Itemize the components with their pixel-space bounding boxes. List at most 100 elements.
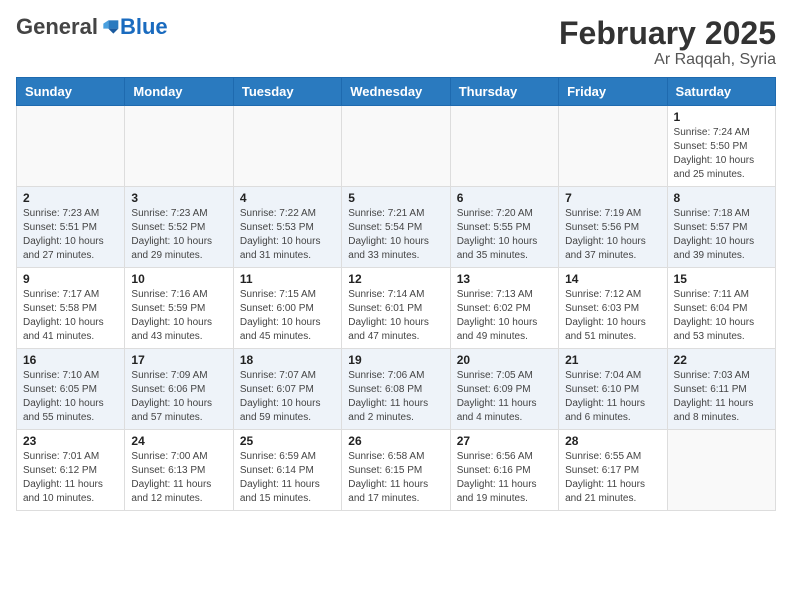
calendar-cell bbox=[667, 430, 775, 511]
day-number: 23 bbox=[23, 434, 118, 448]
day-number: 25 bbox=[240, 434, 335, 448]
calendar-week-row: 1Sunrise: 7:24 AM Sunset: 5:50 PM Daylig… bbox=[17, 106, 776, 187]
day-info: Sunrise: 7:19 AM Sunset: 5:56 PM Dayligh… bbox=[565, 207, 660, 263]
calendar-title: February 2025 bbox=[559, 16, 776, 51]
calendar-cell: 2 Sunrise: 7:23 AM Sunset: 5:51 PM Daylig… bbox=[17, 187, 125, 268]
day-number: 24 bbox=[131, 434, 226, 448]
day-of-week-header: Monday bbox=[125, 78, 233, 106]
day-info: Sunrise: 7:15 AM Sunset: 6:00 PM Dayligh… bbox=[240, 288, 335, 344]
day-number: 28 bbox=[565, 434, 660, 448]
logo-general-text: General bbox=[16, 16, 98, 38]
calendar-cell: 25 Sunrise: 6:59 AM Sunset: 6:14 PM Dayli… bbox=[233, 430, 341, 511]
calendar-week-row: 9 Sunrise: 7:17 AM Sunset: 5:58 PM Daylig… bbox=[17, 268, 776, 349]
page-header: General Blue February 2025 Ar Raqqah, Sy… bbox=[16, 16, 776, 69]
calendar-cell bbox=[17, 106, 125, 187]
day-number: 2 bbox=[23, 191, 118, 205]
day-info: Sunrise: 7:01 AM Sunset: 6:12 PM Dayligh… bbox=[23, 450, 118, 506]
day-info: Sunrise: 7:22 AM Sunset: 5:53 PM Dayligh… bbox=[240, 207, 335, 263]
day-number: 16 bbox=[23, 353, 118, 367]
calendar-cell: 1Sunrise: 7:24 AM Sunset: 5:50 PM Daylig… bbox=[667, 106, 775, 187]
day-info: Sunrise: 7:06 AM Sunset: 6:08 PM Dayligh… bbox=[348, 369, 443, 425]
day-info: Sunrise: 6:59 AM Sunset: 6:14 PM Dayligh… bbox=[240, 450, 335, 506]
day-info: Sunrise: 7:23 AM Sunset: 5:51 PM Dayligh… bbox=[23, 207, 118, 263]
day-info: Sunrise: 7:17 AM Sunset: 5:58 PM Dayligh… bbox=[23, 288, 118, 344]
calendar-cell: 21 Sunrise: 7:04 AM Sunset: 6:10 PM Dayli… bbox=[559, 349, 667, 430]
day-info: Sunrise: 7:23 AM Sunset: 5:52 PM Dayligh… bbox=[131, 207, 226, 263]
day-number: 5 bbox=[348, 191, 443, 205]
day-number: 14 bbox=[565, 272, 660, 286]
day-info: Sunrise: 7:20 AM Sunset: 5:55 PM Dayligh… bbox=[457, 207, 552, 263]
logo: General Blue bbox=[16, 16, 168, 38]
day-number: 11 bbox=[240, 272, 335, 286]
calendar-cell: 12Sunrise: 7:14 AM Sunset: 6:01 PM Dayli… bbox=[342, 268, 450, 349]
calendar-cell: 7 Sunrise: 7:19 AM Sunset: 5:56 PM Daylig… bbox=[559, 187, 667, 268]
day-number: 6 bbox=[457, 191, 552, 205]
calendar-cell: 27 Sunrise: 6:56 AM Sunset: 6:16 PM Dayli… bbox=[450, 430, 558, 511]
day-number: 15 bbox=[674, 272, 769, 286]
day-info: Sunrise: 7:10 AM Sunset: 6:05 PM Dayligh… bbox=[23, 369, 118, 425]
logo-icon bbox=[100, 17, 120, 37]
day-info: Sunrise: 7:14 AM Sunset: 6:01 PM Dayligh… bbox=[348, 288, 443, 344]
day-number: 27 bbox=[457, 434, 552, 448]
calendar-cell: 3 Sunrise: 7:23 AM Sunset: 5:52 PM Daylig… bbox=[125, 187, 233, 268]
calendar-cell: 23 Sunrise: 7:01 AM Sunset: 6:12 PM Dayli… bbox=[17, 430, 125, 511]
day-number: 8 bbox=[674, 191, 769, 205]
day-number: 7 bbox=[565, 191, 660, 205]
day-number: 21 bbox=[565, 353, 660, 367]
calendar-cell: 16 Sunrise: 7:10 AM Sunset: 6:05 PM Dayli… bbox=[17, 349, 125, 430]
day-number: 3 bbox=[131, 191, 226, 205]
day-info: Sunrise: 7:03 AM Sunset: 6:11 PM Dayligh… bbox=[674, 369, 769, 425]
calendar-cell: 14 Sunrise: 7:12 AM Sunset: 6:03 PM Dayli… bbox=[559, 268, 667, 349]
day-number: 22 bbox=[674, 353, 769, 367]
calendar-cell: 11 Sunrise: 7:15 AM Sunset: 6:00 PM Dayli… bbox=[233, 268, 341, 349]
calendar-cell: 20 Sunrise: 7:05 AM Sunset: 6:09 PM Dayli… bbox=[450, 349, 558, 430]
calendar-cell: 8 Sunrise: 7:18 AM Sunset: 5:57 PM Daylig… bbox=[667, 187, 775, 268]
calendar-cell bbox=[559, 106, 667, 187]
day-info: Sunrise: 7:24 AM Sunset: 5:50 PM Dayligh… bbox=[674, 126, 769, 182]
day-of-week-header: Saturday bbox=[667, 78, 775, 106]
calendar-week-row: 16 Sunrise: 7:10 AM Sunset: 6:05 PM Dayli… bbox=[17, 349, 776, 430]
calendar-cell: 24 Sunrise: 7:00 AM Sunset: 6:13 PM Dayli… bbox=[125, 430, 233, 511]
day-info: Sunrise: 7:00 AM Sunset: 6:13 PM Dayligh… bbox=[131, 450, 226, 506]
calendar-cell: 18Sunrise: 7:07 AM Sunset: 6:07 PM Dayli… bbox=[233, 349, 341, 430]
day-of-week-header: Wednesday bbox=[342, 78, 450, 106]
title-area: February 2025 Ar Raqqah, Syria bbox=[559, 16, 776, 69]
day-info: Sunrise: 7:05 AM Sunset: 6:09 PM Dayligh… bbox=[457, 369, 552, 425]
calendar-cell: 22 Sunrise: 7:03 AM Sunset: 6:11 PM Dayli… bbox=[667, 349, 775, 430]
day-number: 10 bbox=[131, 272, 226, 286]
calendar-table: SundayMondayTuesdayWednesdayThursdayFrid… bbox=[16, 77, 776, 511]
day-number: 9 bbox=[23, 272, 118, 286]
day-info: Sunrise: 6:55 AM Sunset: 6:17 PM Dayligh… bbox=[565, 450, 660, 506]
day-info: Sunrise: 7:04 AM Sunset: 6:10 PM Dayligh… bbox=[565, 369, 660, 425]
calendar-cell: 19 Sunrise: 7:06 AM Sunset: 6:08 PM Dayli… bbox=[342, 349, 450, 430]
calendar-cell: 26Sunrise: 6:58 AM Sunset: 6:15 PM Dayli… bbox=[342, 430, 450, 511]
day-number: 17 bbox=[131, 353, 226, 367]
calendar-cell bbox=[125, 106, 233, 187]
day-info: Sunrise: 7:11 AM Sunset: 6:04 PM Dayligh… bbox=[674, 288, 769, 344]
day-info: Sunrise: 7:09 AM Sunset: 6:06 PM Dayligh… bbox=[131, 369, 226, 425]
day-info: Sunrise: 7:16 AM Sunset: 5:59 PM Dayligh… bbox=[131, 288, 226, 344]
day-number: 26 bbox=[348, 434, 443, 448]
day-info: Sunrise: 7:18 AM Sunset: 5:57 PM Dayligh… bbox=[674, 207, 769, 263]
calendar-cell: 13 Sunrise: 7:13 AM Sunset: 6:02 PM Dayli… bbox=[450, 268, 558, 349]
day-number: 13 bbox=[457, 272, 552, 286]
day-info: Sunrise: 7:13 AM Sunset: 6:02 PM Dayligh… bbox=[457, 288, 552, 344]
day-of-week-header: Sunday bbox=[17, 78, 125, 106]
calendar-cell bbox=[450, 106, 558, 187]
day-info: Sunrise: 7:12 AM Sunset: 6:03 PM Dayligh… bbox=[565, 288, 660, 344]
calendar-cell: 5 Sunrise: 7:21 AM Sunset: 5:54 PM Daylig… bbox=[342, 187, 450, 268]
day-info: Sunrise: 7:21 AM Sunset: 5:54 PM Dayligh… bbox=[348, 207, 443, 263]
calendar-cell bbox=[342, 106, 450, 187]
calendar-cell: 17 Sunrise: 7:09 AM Sunset: 6:06 PM Dayli… bbox=[125, 349, 233, 430]
calendar-week-row: 23 Sunrise: 7:01 AM Sunset: 6:12 PM Dayli… bbox=[17, 430, 776, 511]
day-info: Sunrise: 6:56 AM Sunset: 6:16 PM Dayligh… bbox=[457, 450, 552, 506]
calendar-cell: 4Sunrise: 7:22 AM Sunset: 5:53 PM Daylig… bbox=[233, 187, 341, 268]
day-number: 19 bbox=[348, 353, 443, 367]
day-of-week-header: Friday bbox=[559, 78, 667, 106]
calendar-cell: 28 Sunrise: 6:55 AM Sunset: 6:17 PM Dayli… bbox=[559, 430, 667, 511]
calendar-cell bbox=[233, 106, 341, 187]
day-number: 20 bbox=[457, 353, 552, 367]
day-of-week-header: Tuesday bbox=[233, 78, 341, 106]
calendar-header-row: SundayMondayTuesdayWednesdayThursdayFrid… bbox=[17, 78, 776, 106]
day-info: Sunrise: 7:07 AM Sunset: 6:07 PM Dayligh… bbox=[240, 369, 335, 425]
